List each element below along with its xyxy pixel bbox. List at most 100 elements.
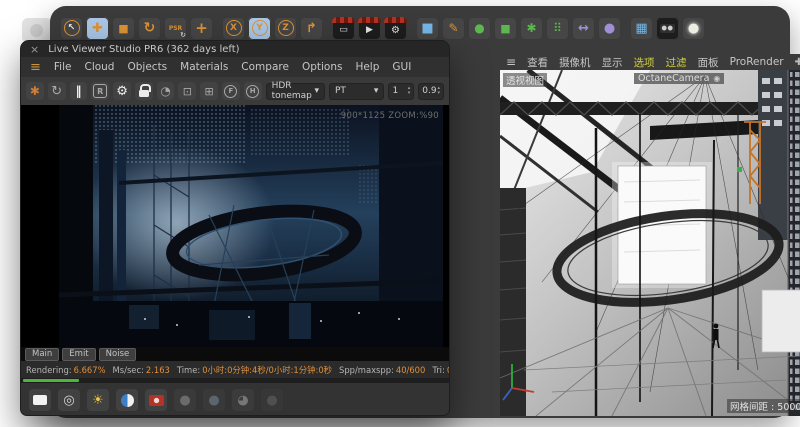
render-view-icon[interactable]: ▭ — [332, 17, 355, 40]
viewport-menu-options[interactable]: 选项 — [634, 55, 655, 70]
add-cube-icon[interactable]: ■ — [416, 17, 439, 40]
render-resolution-zoom-label: 900*1125 ZOOM:%90 — [341, 111, 439, 121]
render-settings-icon[interactable]: ⚙ — [384, 17, 407, 40]
scene-camera-icon[interactable] — [656, 17, 679, 40]
live-selection-icon[interactable]: ↖ — [60, 17, 83, 40]
main-toolbar: ↖ ✚ ■ ↻ PSR↻ + X Y Z ↱ ▭ ▶ ⚙ ■ ✎ ● — [60, 13, 714, 43]
beauty-pass-icon[interactable] — [29, 389, 51, 411]
rotate-tool-icon[interactable]: ↻ — [138, 17, 161, 40]
live-viewer-toolbar: ✱ ↻ ‖ R ⚙ ◔ ⊡ ⊞ F H HDR tonemap ▾ PT ▾ 1… — [21, 77, 449, 105]
viewport-menu-panel[interactable]: 面板 — [698, 55, 719, 70]
pick-material-icon[interactable]: ⊞ — [200, 82, 218, 100]
menu-objects[interactable]: Objects — [127, 61, 167, 73]
render-image-area[interactable]: 900*1125 ZOOM:%90 — [21, 105, 449, 347]
z-axis-lock-icon[interactable]: Z — [274, 17, 297, 40]
render-progress-track — [21, 378, 449, 383]
viewport-pan-icon[interactable]: ✚ — [795, 57, 800, 68]
lock-icon[interactable] — [135, 82, 153, 100]
move-tool-icon[interactable]: ✚ — [86, 17, 109, 40]
region-render-icon[interactable]: R — [91, 82, 109, 100]
kernel-select[interactable]: PT ▾ — [329, 83, 384, 100]
gear-icon[interactable]: ⚙ — [113, 82, 131, 100]
coordinate-system-icon[interactable]: ↱ — [300, 17, 323, 40]
focus-picker-icon[interactable]: F — [222, 82, 240, 100]
pause-render-icon[interactable]: ‖ — [70, 82, 88, 100]
x-axis-lock-icon[interactable]: X — [222, 17, 245, 40]
menu-file[interactable]: File — [54, 61, 72, 73]
render-status-bar: Rendering:6.667% Ms/sec:2.163 Time:0小时:0… — [21, 361, 449, 378]
scale-tool-icon[interactable]: ■ — [112, 17, 135, 40]
tonemap-select[interactable]: HDR tonemap ▾ — [266, 83, 325, 100]
pie-preview-icon[interactable]: ◕ — [232, 389, 254, 411]
tab-noise[interactable]: Noise — [99, 348, 137, 361]
viewport-menu-display[interactable]: 显示 — [602, 55, 623, 70]
camera-label-text: OctaneCamera — [638, 73, 709, 84]
status-tri-value: 0/4.803m — [447, 365, 449, 375]
live-viewer-window: × Live Viewer Studio PR6 (362 days left)… — [20, 40, 450, 416]
mograph-cloner-icon[interactable]: ⠿ — [546, 17, 569, 40]
add-axis-icon[interactable]: + — [190, 17, 213, 40]
menu-materials[interactable]: Materials — [180, 61, 228, 73]
menu-compare[interactable]: Compare — [241, 61, 289, 73]
chevron-down-icon: ▾ — [408, 91, 411, 96]
viewport-menu-icon[interactable]: ≡ — [506, 55, 516, 69]
floor-object-icon[interactable]: ▦ — [630, 17, 653, 40]
gamma-stepper[interactable]: 0.9 ▴▾ — [418, 83, 444, 100]
scene-light-icon[interactable]: ● — [682, 17, 705, 40]
kernel-value: PT — [335, 86, 346, 96]
screenshot-stage: ↖ ✚ ■ ↻ PSR↻ + X Y Z ↱ ▭ ▶ ⚙ ■ ✎ ● — [0, 0, 800, 427]
close-icon[interactable]: × — [30, 44, 39, 55]
menu-gui[interactable]: GUI — [392, 61, 411, 73]
clay-mode-icon[interactable]: ◔ — [157, 82, 175, 100]
camera-badge-icon: ◉ — [713, 74, 720, 83]
samples-value: 1 — [392, 86, 398, 96]
y-axis-lock-icon[interactable]: Y — [248, 17, 271, 40]
render-pass-tabs: Main Emit Noise — [21, 347, 449, 361]
status-mssec-label: Ms/sec: — [113, 365, 144, 375]
sphere-preview-icon-1[interactable]: ● — [174, 389, 196, 411]
menu-help[interactable]: Help — [355, 61, 379, 73]
tab-main[interactable]: Main — [25, 348, 59, 361]
snapshot-camera-icon[interactable] — [145, 389, 167, 411]
sphere-preview-icon-2[interactable]: ● — [203, 389, 225, 411]
sphere-preview-icon-3[interactable]: ● — [261, 389, 283, 411]
render-layer-icon[interactable]: ◎ — [58, 389, 80, 411]
status-rendering-label: Rendering: — [26, 365, 72, 375]
particle-emitter-icon[interactable]: ✱ — [520, 17, 543, 40]
viewport-canvas[interactable]: 透视视图 OctaneCamera ◉ 网格间距 : 50000 cm — [500, 70, 800, 416]
pen-tool-icon[interactable]: ✎ — [442, 17, 465, 40]
pick-object-icon[interactable]: ⊡ — [178, 82, 196, 100]
live-viewer-title: Live Viewer Studio PR6 (362 days left) — [48, 44, 239, 55]
viewport-menu-cameras[interactable]: 摄像机 — [559, 55, 591, 70]
menu-cloud[interactable]: Cloud — [84, 61, 114, 73]
status-spp-value: 40/600 — [396, 365, 425, 375]
viewport-menu-view[interactable]: 查看 — [527, 55, 548, 70]
viewport-camera-label[interactable]: OctaneCamera ◉ — [634, 73, 724, 84]
simulate-constraint-icon[interactable]: ↔ — [572, 17, 595, 40]
psr-reset-icon[interactable]: PSR↻ — [164, 17, 187, 40]
render-picture-viewer-icon[interactable]: ▶ — [358, 17, 381, 40]
tab-emit[interactable]: Emit — [62, 348, 95, 361]
white-balance-picker-icon[interactable]: H — [244, 82, 262, 100]
day-night-contrast-icon[interactable] — [116, 389, 138, 411]
live-viewer-bottom-toolbar: ◎ ☀ ● ● ◕ ● — [21, 383, 449, 416]
viewport-menu-prorender[interactable]: ProRender — [730, 56, 784, 68]
tool-group-axislock: X Y Z ↱ — [222, 17, 323, 40]
samples-stepper[interactable]: 1 ▴▾ — [388, 83, 414, 100]
modeling-object-icon[interactable]: ■ — [494, 17, 517, 40]
viewport-menu-filter[interactable]: 过滤 — [666, 55, 687, 70]
live-viewer-menu-icon[interactable]: ≡ — [30, 60, 41, 75]
octane-restart-icon[interactable]: ✱ — [26, 82, 44, 100]
sun-icon[interactable]: ☀ — [87, 389, 109, 411]
field-object-icon[interactable]: ● — [598, 17, 621, 40]
live-viewer-menubar: ≡ File Cloud Objects Materials Compare O… — [21, 57, 449, 77]
viewport-corner-icons: ✚ ⇄ ↻ ▣ — [795, 57, 800, 68]
chevron-down-icon: ▾ — [314, 86, 319, 96]
viewport-menubar: ≡ 查看 摄像机 显示 选项 过滤 面板 ProRender ✚ ⇄ ↻ ▣ — [500, 54, 800, 70]
refresh-sync-icon[interactable]: ↻ — [48, 82, 66, 100]
status-time-value: 0小时:0分钟:4秒/0小时:1分钟:0秒 — [202, 365, 332, 375]
tool-group-objects: ■ ✎ ● ■ ✱ ⠿ ↔ ● — [416, 17, 621, 40]
generator-icon[interactable]: ● — [468, 17, 491, 40]
menu-options[interactable]: Options — [302, 61, 343, 73]
live-viewer-titlebar[interactable]: × Live Viewer Studio PR6 (362 days left) — [21, 41, 449, 57]
